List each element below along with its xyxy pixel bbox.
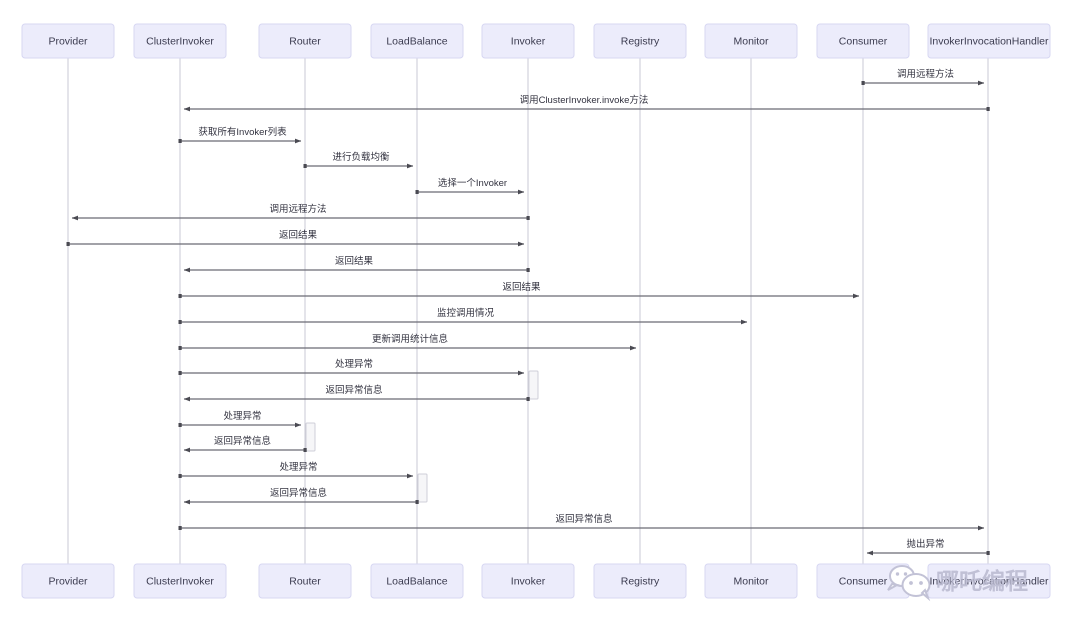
message-label: 调用ClusterInvoker.invoke方法 <box>520 94 649 106</box>
sequence-diagram-canvas: 调用远程方法 调用ClusterInvoker.invoke方法 获取所有Invok… <box>0 0 1080 634</box>
participant-label: LoadBalance <box>386 35 447 47</box>
watermark: 哪吒编程 <box>887 565 1028 602</box>
participant-monitor-bottom[interactable]: Monitor <box>704 563 798 599</box>
message-origin-tick <box>303 448 307 452</box>
participant-label: Router <box>289 35 321 47</box>
message-origin-tick <box>178 371 182 375</box>
message-label: 处理异常 <box>335 358 373 370</box>
participant-label: Invoker <box>511 35 546 47</box>
activation-box-loadbal <box>417 473 428 503</box>
participant-label: Monitor <box>733 35 769 47</box>
participant-consumer-top[interactable]: Consumer <box>816 23 910 59</box>
message-label: 处理异常 <box>223 410 261 422</box>
message-origin-tick <box>178 474 182 478</box>
message-origin-tick <box>986 107 990 111</box>
message-label: 获取所有Invoker列表 <box>198 126 287 138</box>
participant-router-top[interactable]: Router <box>258 23 352 59</box>
participant-registry-bottom[interactable]: Registry <box>593 563 687 599</box>
sequence-diagram-svg: 调用远程方法调用ClusterInvoker.invoke方法获取所有Invok… <box>21 23 1051 602</box>
participant-provider-bottom[interactable]: Provider <box>21 563 115 599</box>
participant-router-bottom[interactable]: Router <box>258 563 352 599</box>
participant-loadbal-bottom[interactable]: LoadBalance <box>370 563 464 599</box>
participant-loadbal-top[interactable]: LoadBalance <box>370 23 464 59</box>
message-m11: 更新调用统计信息 <box>178 333 637 351</box>
participant-label: ClusterInvoker <box>146 575 214 587</box>
participant-handler-top[interactable]: InvokerInvocationHandler <box>927 23 1051 59</box>
message-label: 返回异常信息 <box>325 384 382 396</box>
participant-label: Invoker <box>511 575 546 587</box>
participant-monitor-top[interactable]: Monitor <box>704 23 798 59</box>
message-origin-tick <box>526 216 530 220</box>
participant-label: Provider <box>48 35 88 47</box>
message-m17: 返回异常信息 <box>183 487 419 505</box>
message-label: 调用远程方法 <box>269 203 326 215</box>
participant-label: LoadBalance <box>386 575 447 587</box>
message-m4: 进行负载均衡 <box>303 151 414 169</box>
message-origin-tick <box>415 500 419 504</box>
message-origin-tick <box>526 397 530 401</box>
message-m12: 处理异常 <box>178 358 525 376</box>
message-m10: 监控调用情况 <box>178 307 748 325</box>
message-label: 更新调用统计信息 <box>372 333 448 345</box>
message-origin-tick <box>178 346 182 350</box>
watermark-group: 哪吒编程 <box>887 565 1028 602</box>
participant-cluster-bottom[interactable]: ClusterInvoker <box>133 563 227 599</box>
activation-box-invoker <box>528 370 539 400</box>
participant-registry-top[interactable]: Registry <box>593 23 687 59</box>
watermark-text: 哪吒编程 <box>936 568 1028 594</box>
message-origin-tick <box>178 526 182 530</box>
message-label: 抛出异常 <box>906 538 944 550</box>
message-origin-tick <box>178 423 182 427</box>
message-origin-tick <box>178 320 182 324</box>
participant-invoker-bottom[interactable]: Invoker <box>481 563 575 599</box>
message-label: 返回结果 <box>502 281 541 293</box>
message-m5: 选择一个Invoker <box>415 177 525 195</box>
message-m3: 获取所有Invoker列表 <box>178 126 302 144</box>
message-label: 返回结果 <box>335 255 374 267</box>
participant-label: Registry <box>621 575 660 587</box>
message-label: 调用远程方法 <box>897 68 954 80</box>
message-label: 处理异常 <box>279 461 317 473</box>
participant-label: InvokerInvocationHandler <box>929 35 1049 47</box>
message-origin-tick <box>986 551 990 555</box>
participant-label: ClusterInvoker <box>146 35 214 47</box>
message-m15: 返回异常信息 <box>183 435 307 453</box>
participants-group: Provider Provider ClusterInvoker ClusterInv… <box>21 23 1051 599</box>
message-label: 选择一个Invoker <box>438 177 507 189</box>
participant-label: Registry <box>621 35 660 47</box>
message-m16: 处理异常 <box>178 461 414 479</box>
message-m13: 返回异常信息 <box>183 384 530 402</box>
participant-provider-top[interactable]: Provider <box>21 23 115 59</box>
message-label: 监控调用情况 <box>437 307 495 319</box>
message-label: 返回异常信息 <box>214 435 271 447</box>
message-origin-tick <box>861 81 865 85</box>
message-origin-tick <box>66 242 70 246</box>
message-m6: 调用远程方法 <box>71 203 530 221</box>
participant-label: Provider <box>48 575 88 587</box>
message-m19: 抛出异常 <box>866 538 990 556</box>
participant-cluster-top[interactable]: ClusterInvoker <box>133 23 227 59</box>
participant-invoker-top[interactable]: Invoker <box>481 23 575 59</box>
message-m8: 返回结果 <box>183 255 530 273</box>
message-origin-tick <box>303 164 307 168</box>
participant-label: Monitor <box>733 575 769 587</box>
message-origin-tick <box>178 294 182 298</box>
message-origin-tick <box>415 190 419 194</box>
message-m7: 返回结果 <box>66 229 525 247</box>
message-m14: 处理异常 <box>178 410 302 428</box>
message-label: 返回异常信息 <box>270 487 327 499</box>
message-label: 返回异常信息 <box>555 513 612 525</box>
message-label: 返回结果 <box>279 229 318 241</box>
message-m9: 返回结果 <box>178 281 860 299</box>
message-origin-tick <box>178 139 182 143</box>
message-label: 进行负载均衡 <box>332 151 390 163</box>
message-origin-tick <box>526 268 530 272</box>
participant-label: Consumer <box>839 575 888 587</box>
message-m1: 调用远程方法 <box>861 68 985 86</box>
participant-label: Consumer <box>839 35 888 47</box>
activation-box-router <box>305 422 316 452</box>
participant-label: Router <box>289 575 321 587</box>
